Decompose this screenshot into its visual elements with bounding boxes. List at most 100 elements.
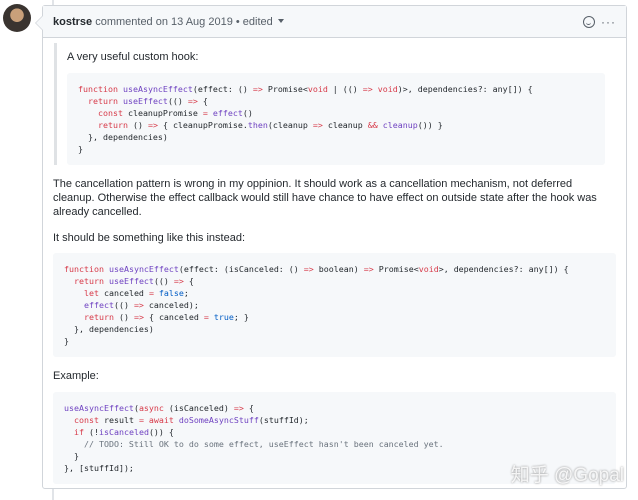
paragraph-1: The cancellation pattern is wrong in my … xyxy=(53,178,597,218)
code-token: }, dependencies) xyxy=(64,324,154,334)
code-token: useEffect xyxy=(122,96,168,106)
code-token: ; xyxy=(183,288,189,298)
code-token: await xyxy=(143,415,179,425)
code-token: const xyxy=(64,415,104,425)
quote-text: A very useful custom hook: xyxy=(67,51,199,63)
code-token: | (() xyxy=(327,84,363,94)
code-token: then xyxy=(247,120,268,130)
code-token: return xyxy=(78,96,123,106)
code-line: function useAsyncEffect(effect: (isCance… xyxy=(64,263,605,275)
code-token: Promise< xyxy=(262,84,308,94)
code-token: () xyxy=(242,108,253,118)
code-token: useAsyncEffect xyxy=(64,403,134,413)
code-line: } xyxy=(78,143,594,155)
code-token: cleanupPromise xyxy=(127,108,203,118)
paragraph-3: Example: xyxy=(53,370,99,382)
code-token: let xyxy=(64,288,104,298)
emoji-reaction-icon[interactable] xyxy=(583,15,595,28)
code-token: => xyxy=(173,276,184,286)
code-token: function xyxy=(64,264,109,274)
code-token: { xyxy=(243,403,254,413)
code-token: cleanup xyxy=(322,120,368,130)
code-line: if (!isCanceled()) { xyxy=(64,426,605,438)
code-line: } xyxy=(64,335,605,347)
more-options-icon[interactable]: ··· xyxy=(601,15,616,29)
code-token: (() xyxy=(167,96,188,106)
code-token: => xyxy=(363,264,374,274)
code-line: return useEffect(() => { xyxy=(64,275,605,287)
code-token: (() xyxy=(153,276,174,286)
watermark: 知乎 @Gopal xyxy=(510,465,624,486)
code-token: (effect: (isCanceled: () xyxy=(178,264,304,274)
comment-timestamp[interactable]: commented on 13 Aug 2019 xyxy=(95,16,233,28)
code-token: => xyxy=(233,403,244,413)
code-token: => xyxy=(303,264,314,274)
comment: kostrse commented on 13 Aug 2019 • edite… xyxy=(35,5,627,489)
code-token: canceled); xyxy=(143,300,199,310)
code-token: useAsyncEffect xyxy=(108,264,179,274)
code-token: => xyxy=(133,312,144,322)
code-token: effect xyxy=(64,300,114,310)
code-line: useAsyncEffect(async (isCanceled) => { xyxy=(64,402,605,414)
code-token: (effect: () xyxy=(192,84,253,94)
code-block-2: function useAsyncEffect(effect: (isCance… xyxy=(53,253,616,357)
code-token: => xyxy=(362,84,373,94)
code-token: boolean) xyxy=(313,264,364,274)
code-line: const result = await doSomeAsyncStuff(st… xyxy=(64,414,605,426)
code-token: (isCanceled) xyxy=(163,403,234,413)
code-line: // TODO: Still OK to do some effect, use… xyxy=(64,438,605,450)
code-token: }, [stuffId]); xyxy=(64,463,134,473)
code-token: (() xyxy=(113,300,134,310)
code-token: (cleanup xyxy=(267,120,313,130)
code-token: void xyxy=(372,84,398,94)
code-token: cleanup xyxy=(377,120,418,130)
code-token: ()) } xyxy=(417,120,443,130)
code-line: const cleanupPromise = effect() xyxy=(78,107,594,119)
code-token: => xyxy=(312,120,323,130)
code-token: doSomeAsyncStuff xyxy=(178,415,259,425)
code-token: { xyxy=(197,96,208,106)
code-token: { cleanupPromise. xyxy=(157,120,248,130)
code-token: true xyxy=(208,312,234,322)
code-token: useAsyncEffect xyxy=(122,84,193,94)
code-line: return () => { cleanupPromise.then(clean… xyxy=(78,119,594,131)
blockquote: A very useful custom hook: function useA… xyxy=(54,43,616,165)
code-line: }, dependencies) xyxy=(78,131,594,143)
comment-header: kostrse commented on 13 Aug 2019 • edite… xyxy=(43,6,626,38)
author-link[interactable]: kostrse xyxy=(53,16,92,28)
code-token: => xyxy=(147,120,158,130)
code-token: return xyxy=(64,312,119,322)
code-token: useEffect xyxy=(108,276,154,286)
code-token: return xyxy=(78,120,133,130)
code-token: return xyxy=(64,276,109,286)
code-token: void xyxy=(418,264,439,274)
code-token: effect xyxy=(207,108,243,118)
code-token: )>, dependencies?: any[]) { xyxy=(397,84,533,94)
code-token: } xyxy=(64,451,79,461)
avatar[interactable] xyxy=(3,4,31,32)
code-token: }, dependencies) xyxy=(78,132,168,142)
code-block-1: function useAsyncEffect(effect: () => Pr… xyxy=(67,73,605,165)
code-token: => xyxy=(187,96,198,106)
code-token: => xyxy=(133,300,144,310)
code-token: { xyxy=(183,276,194,286)
code-token: false xyxy=(153,288,184,298)
code-line: return useEffect(() => { xyxy=(78,95,594,107)
caret-down-icon xyxy=(277,18,284,26)
comment-body: A very useful custom hook: function useA… xyxy=(43,43,626,484)
edited-dropdown[interactable]: • edited xyxy=(236,16,284,28)
code-token: && xyxy=(367,120,378,130)
code-token: { canceled xyxy=(143,312,204,322)
code-token: () xyxy=(118,312,134,322)
code-token: canceled xyxy=(103,288,149,298)
code-line: function useAsyncEffect(effect: () => Pr… xyxy=(78,83,594,95)
timeline-line xyxy=(52,489,54,500)
code-line: return () => { canceled = true; } xyxy=(64,311,605,323)
code-token: async xyxy=(138,403,164,413)
code-token: const xyxy=(78,108,128,118)
code-token: void xyxy=(307,84,328,94)
code-token: () xyxy=(132,120,148,130)
code-line: }, dependencies) xyxy=(64,323,605,335)
code-token: isCanceled xyxy=(98,427,149,437)
paragraph-2: It should be something like this instead… xyxy=(53,232,246,244)
